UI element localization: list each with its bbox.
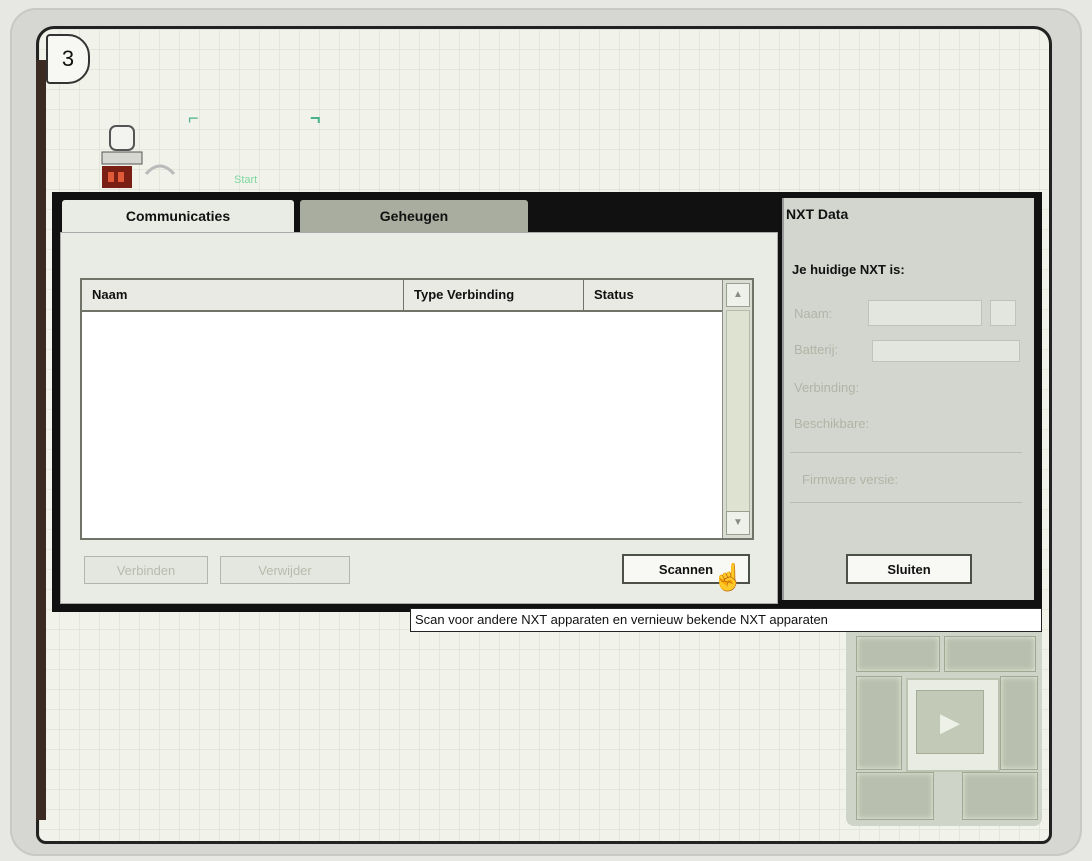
battery-label: Batterij:	[794, 342, 839, 357]
scroll-track[interactable]	[726, 310, 750, 512]
start-block-icon[interactable]	[100, 122, 190, 192]
edit-name-icon[interactable]	[990, 300, 1016, 326]
name-field[interactable]	[868, 300, 982, 326]
pad-button-top-right[interactable]	[944, 636, 1036, 672]
available-label: Beschikbare:	[794, 416, 870, 431]
scroll-up-icon[interactable]: ▲	[726, 283, 750, 307]
column-header-status[interactable]: Status	[584, 280, 720, 310]
divider	[790, 502, 1022, 503]
nxt-device-table[interactable]: Naam Type Verbinding Status ▲ ▼	[80, 278, 754, 540]
download-icon[interactable]	[856, 772, 934, 820]
hand-cursor-icon: ☝	[712, 562, 745, 592]
battery-meter	[872, 340, 1020, 362]
canvas-left-edge	[36, 60, 46, 820]
run-icon[interactable]: ▶	[916, 690, 984, 754]
table-scrollbar[interactable]: ▲ ▼	[722, 280, 752, 538]
table-header: Naam Type Verbinding Status	[82, 280, 722, 312]
connect-button[interactable]: Verbinden	[84, 556, 208, 584]
nxt-data-panel	[782, 198, 1034, 600]
scan-tooltip: Scan voor andere NXT apparaten en vernie…	[410, 608, 1042, 632]
close-button[interactable]: Sluiten	[846, 554, 972, 584]
pad-button-top-left[interactable]	[856, 636, 940, 672]
firmware-label: Firmware versie:	[802, 472, 899, 487]
column-header-type[interactable]: Type Verbinding	[404, 280, 584, 310]
divider	[790, 452, 1022, 453]
tab-geheugen[interactable]: Geheugen	[300, 200, 528, 232]
column-header-naam[interactable]: Naam	[82, 280, 404, 310]
stop-icon[interactable]	[962, 772, 1038, 820]
name-label: Naam:	[794, 306, 833, 321]
pad-button-left[interactable]	[856, 676, 902, 770]
scroll-down-icon[interactable]: ▼	[726, 511, 750, 535]
start-label: Start	[234, 174, 258, 186]
tab-communicaties[interactable]: Communicaties	[62, 200, 294, 232]
remove-button[interactable]: Verwijder	[220, 556, 350, 584]
current-nxt-label: Je huidige NXT is:	[792, 262, 905, 277]
sequence-beam-marker: ⌐	[188, 108, 199, 128]
connection-label: Verbinding:	[794, 380, 860, 395]
nxt-data-title: NXT Data	[786, 206, 849, 222]
step-badge: 3	[46, 34, 90, 84]
sequence-beam-marker: ¬	[310, 108, 321, 128]
pad-button-right[interactable]	[1000, 676, 1038, 770]
